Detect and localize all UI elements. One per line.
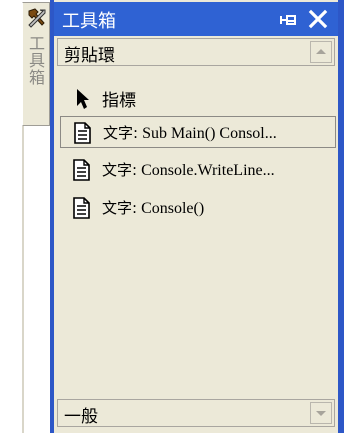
section-clipboard-ring[interactable]: 剪貼環 [57, 38, 335, 66]
text-document-icon [73, 159, 90, 181]
list-item-text-1[interactable]: 文字: Sub Main() Consol... [60, 116, 336, 148]
window-title: 工具箱 [62, 11, 116, 32]
item-label: 文字: Sub Main() Consol... [103, 122, 277, 143]
item-prefix: 文字: [102, 199, 138, 217]
list-item-pointer[interactable]: 指標 [60, 82, 336, 114]
dock-strip: 工具箱 [0, 0, 58, 433]
text-document-icon [73, 197, 90, 219]
pointer-arrow-icon [77, 89, 89, 109]
item-label: 指標 [102, 91, 136, 111]
section-clipboard-ring-label: 剪貼環 [64, 46, 115, 66]
list-item-text-3[interactable]: 文字: Console() [60, 192, 336, 224]
toolbox-window: 工具箱 剪貼環 指標 文字: Sub Main() Consol... 文字: … [54, 0, 344, 433]
dock-tab-label: 工具箱 [26, 35, 45, 86]
text-document-icon [74, 122, 91, 144]
close-icon[interactable] [306, 8, 330, 30]
down-arrow-icon [316, 411, 326, 416]
scroll-up-button[interactable] [310, 41, 332, 63]
scroll-down-button[interactable] [310, 402, 332, 424]
pin-icon[interactable] [276, 8, 300, 30]
item-value: Console.WriteLine... [137, 162, 275, 179]
up-arrow-icon [316, 49, 326, 54]
section-general[interactable]: 一般 [57, 399, 335, 427]
item-label: 文字: Console() [102, 197, 204, 218]
list-item-text-2[interactable]: 文字: Console.WriteLine... [60, 154, 336, 186]
item-value: Sub Main() Consol... [138, 125, 277, 142]
item-prefix: 文字: [102, 161, 138, 179]
item-label: 文字: Console.WriteLine... [102, 159, 275, 180]
dock-divider [22, 126, 24, 433]
dock-tab-toolbox[interactable]: 工具箱 [22, 2, 50, 126]
item-value: Console() [137, 200, 205, 217]
section-general-label: 一般 [64, 407, 98, 427]
title-bar: 工具箱 [54, 2, 338, 36]
item-prefix: 文字: [103, 124, 139, 142]
hammer-wrench-icon [28, 8, 46, 28]
